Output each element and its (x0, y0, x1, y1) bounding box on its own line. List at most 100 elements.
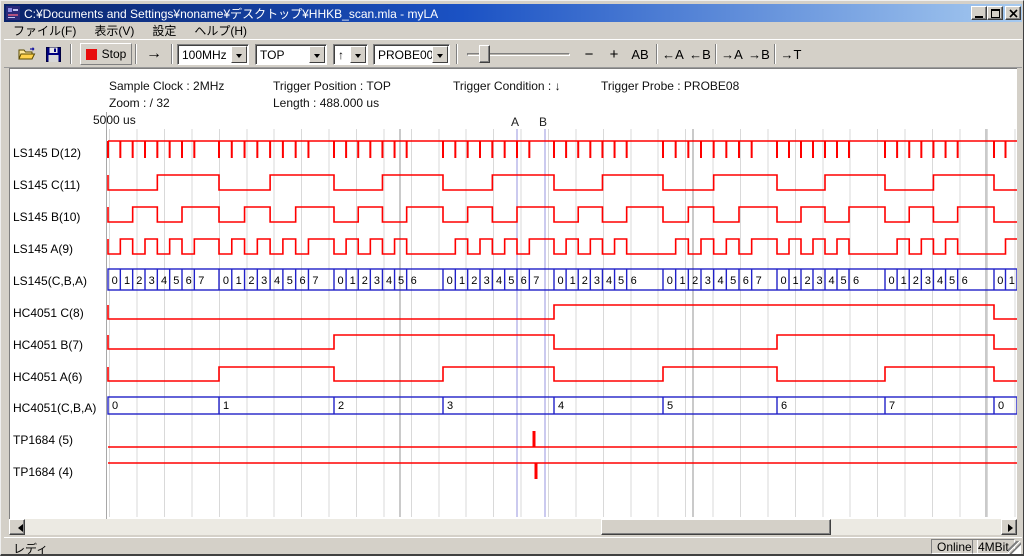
scrollbar-thumb[interactable] (601, 519, 831, 535)
svg-text:1: 1 (223, 400, 229, 412)
svg-text:6: 6 (781, 400, 787, 412)
svg-text:1: 1 (570, 275, 576, 287)
set-a-button[interactable]: →A (719, 43, 745, 65)
goto-a-label: ←A (662, 47, 684, 62)
trigger-position-info: Trigger Position : TOP (273, 79, 391, 93)
svg-text:7: 7 (756, 275, 762, 287)
minimize-button[interactable] (971, 6, 987, 20)
svg-text:2: 2 (136, 275, 142, 287)
svg-text:2: 2 (248, 275, 254, 287)
maximize-button[interactable] (987, 6, 1003, 20)
window-title: C:¥Documents and Settings¥noname¥デスクトップ¥… (24, 5, 438, 22)
probe-combo[interactable]: PROBE00 (373, 44, 450, 65)
goto-b-button[interactable]: ←B (687, 43, 713, 65)
svg-text:2: 2 (692, 275, 698, 287)
menu-view[interactable]: 表示(V) (85, 21, 143, 41)
scroll-left-icon (14, 524, 23, 532)
trigger-edge-combo[interactable]: ↑ (333, 44, 368, 65)
goto-trigger-button[interactable]: →T (778, 43, 804, 65)
close-button[interactable] (1005, 6, 1021, 20)
open-button[interactable] (15, 43, 39, 65)
svg-text:1: 1 (124, 275, 130, 287)
svg-text:5: 5 (618, 275, 624, 287)
svg-text:5: 5 (398, 275, 404, 287)
trigger-position-combo[interactable]: TOP (255, 44, 327, 65)
svg-text:2: 2 (804, 275, 810, 287)
zoom-info: Zoom : / 32 (109, 96, 170, 110)
run-arrow-icon: → (146, 45, 162, 63)
svg-text:1: 1 (459, 275, 465, 287)
ab-button[interactable]: AB (627, 43, 653, 65)
svg-text:3: 3 (484, 275, 490, 287)
sample-clock-combo[interactable]: 100MHz (177, 44, 249, 65)
menu-bar: ファイル(F) 表示(V) 設定 ヘルプ(H) (4, 22, 1022, 39)
status-online-badge: Online (931, 539, 978, 554)
svg-text:1: 1 (236, 275, 242, 287)
cursor-a-label[interactable]: A (511, 115, 519, 129)
waveform-plot[interactable]: 0123456701234567012345601234567012345601… (9, 128, 1017, 519)
trigger-edge-value: ↑ (334, 48, 350, 62)
resize-grip[interactable] (1008, 541, 1021, 554)
ruler-scale-label: 5000 us (93, 113, 136, 127)
menu-settings[interactable]: 設定 (143, 21, 185, 41)
save-button[interactable] (41, 43, 65, 65)
svg-text:0: 0 (998, 400, 1004, 412)
save-floppy-icon (46, 47, 61, 62)
trigger-position-value: TOP (256, 48, 309, 62)
svg-text:4: 4 (828, 275, 834, 287)
set-a-label: →A (721, 47, 743, 62)
cursor-b-label[interactable]: B (539, 115, 547, 129)
chevron-down-icon[interactable] (432, 46, 448, 63)
svg-text:3: 3 (925, 275, 931, 287)
run-button[interactable]: → (140, 43, 168, 65)
slider-thumb[interactable] (479, 45, 490, 63)
sample-clock-value: 100MHz (178, 48, 231, 62)
svg-text:1: 1 (350, 275, 356, 287)
chevron-down-icon[interactable] (350, 46, 366, 63)
app-window: C:¥Documents and Settings¥noname¥デスクトップ¥… (0, 0, 1024, 556)
goto-a-button[interactable]: ←A (660, 43, 686, 65)
set-b-button[interactable]: →B (746, 43, 772, 65)
svg-text:3: 3 (374, 275, 380, 287)
svg-text:6: 6 (631, 275, 637, 287)
scroll-left-button[interactable] (9, 519, 25, 535)
horizontal-scrollbar[interactable] (9, 519, 1017, 535)
zoom-slider[interactable] (467, 44, 570, 65)
svg-text:5: 5 (508, 275, 514, 287)
svg-text:2: 2 (913, 275, 919, 287)
svg-text:3: 3 (149, 275, 155, 287)
status-bar: レディ Online 4MBit (4, 537, 1022, 554)
chevron-down-icon[interactable] (231, 46, 247, 63)
scroll-right-button[interactable] (1001, 519, 1017, 535)
toolbar-separator (774, 44, 776, 64)
menu-file[interactable]: ファイル(F) (4, 21, 85, 41)
svg-text:2: 2 (362, 275, 368, 287)
svg-text:0: 0 (667, 275, 673, 287)
chevron-down-icon[interactable] (309, 46, 325, 63)
stop-label: Stop (102, 47, 127, 61)
svg-text:4: 4 (274, 275, 280, 287)
toolbar-separator (456, 44, 458, 64)
svg-text:1: 1 (1009, 275, 1015, 287)
open-folder-icon (18, 47, 36, 61)
menu-help[interactable]: ヘルプ(H) (185, 21, 256, 41)
svg-text:4: 4 (386, 275, 392, 287)
svg-text:7: 7 (533, 275, 539, 287)
svg-text:7: 7 (312, 275, 318, 287)
svg-text:6: 6 (411, 275, 417, 287)
scroll-right-icon (1008, 524, 1017, 532)
svg-text:4: 4 (558, 400, 564, 412)
svg-text:2: 2 (471, 275, 477, 287)
set-b-label: →B (748, 47, 770, 62)
toolbar-separator (171, 44, 173, 64)
zoom-out-button[interactable]: − (578, 43, 600, 65)
svg-text:0: 0 (447, 275, 453, 287)
svg-text:6: 6 (853, 275, 859, 287)
svg-text:1: 1 (792, 275, 798, 287)
svg-text:0: 0 (888, 275, 894, 287)
toolbar-separator (135, 44, 137, 64)
maximize-icon (991, 9, 1000, 18)
sample-clock-info: Sample Clock : 2MHz (109, 79, 224, 93)
stop-button[interactable]: Stop (80, 43, 132, 65)
zoom-in-button[interactable]: + (603, 43, 625, 65)
